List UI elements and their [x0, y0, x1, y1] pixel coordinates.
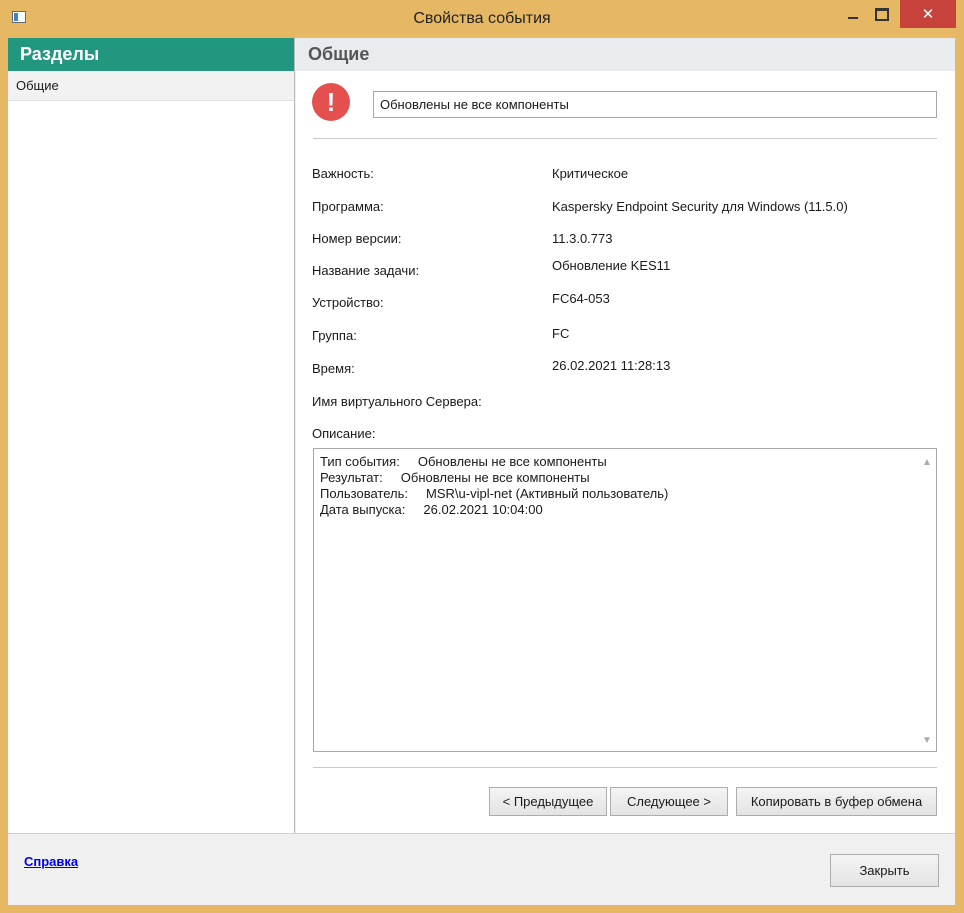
description-scrollbar[interactable]: ▲ ▼	[918, 449, 936, 751]
description-line: Дата выпуска: 26.02.2021 10:04:00	[320, 502, 543, 517]
maximize-button[interactable]	[862, 0, 902, 28]
window-title: Свойства события	[413, 10, 551, 27]
general-header: Общие	[296, 38, 955, 71]
field-label-application: Программа:	[312, 199, 384, 214]
copy-to-clipboard-button[interactable]: Копировать в буфер обмена	[736, 787, 937, 816]
field-label-group: Группа:	[312, 328, 357, 343]
dialog-client: Разделы Общие Общие ! Важность: Критичес…	[8, 38, 955, 905]
field-label-severity: Важность:	[312, 166, 374, 181]
field-value-application: Kaspersky Endpoint Security для Windows …	[552, 199, 848, 214]
field-value-task-name: Обновление KES11	[552, 258, 671, 273]
field-value-device: FC64-053	[552, 291, 610, 306]
field-value-group: FC	[552, 326, 570, 341]
event-properties-window: Свойства события ✕ Разделы Общие Общие !…	[0, 0, 964, 913]
field-value-severity: Критическое	[552, 166, 629, 181]
sections-header: Разделы	[8, 38, 294, 71]
field-value-version: 11.3.0.773	[552, 231, 613, 246]
footer-separator	[8, 833, 955, 834]
critical-alert-icon: !	[312, 83, 350, 121]
field-label-virtual-server: Имя виртуального Сервера:	[312, 394, 482, 409]
field-value-time: 26.02.2021 11:28:13	[552, 358, 671, 373]
close-icon: ✕	[921, 6, 935, 23]
description-line: Пользователь: MSR\u-vipl-net (Активный п…	[320, 486, 669, 501]
field-label-time: Время:	[312, 361, 355, 376]
section-item-general[interactable]: Общие	[8, 71, 294, 101]
header-separator	[313, 138, 937, 139]
general-pane: Общие ! Важность: Критическое Программа:…	[296, 38, 955, 833]
field-label-device: Устройство:	[312, 295, 384, 310]
close-button[interactable]: Закрыть	[830, 854, 939, 887]
field-label-version: Номер версии:	[312, 231, 402, 246]
title-bar: Свойства события ✕	[0, 0, 964, 38]
field-label-task-name: Название задачи:	[312, 263, 420, 278]
event-name-field[interactable]	[373, 91, 937, 118]
previous-button[interactable]: < Предыдущее	[489, 787, 607, 816]
description-label: Описание:	[312, 426, 376, 441]
close-window-button[interactable]: ✕	[900, 0, 956, 28]
sections-pane: Разделы Общие	[8, 38, 295, 833]
minimize-icon	[848, 17, 858, 19]
scroll-down-icon[interactable]: ▼	[918, 731, 936, 749]
next-button[interactable]: Следующее >	[610, 787, 728, 816]
scroll-up-icon[interactable]: ▲	[918, 453, 936, 471]
description-line: Тип события: Обновлены не все компоненты	[320, 454, 607, 469]
help-link[interactable]: Справка	[24, 854, 78, 869]
description-textbox[interactable]: Тип события: Обновлены не все компоненты…	[313, 448, 937, 752]
description-line: Результат: Обновлены не все компоненты	[320, 470, 590, 485]
maximize-icon	[875, 7, 889, 21]
buttons-separator	[313, 767, 937, 768]
